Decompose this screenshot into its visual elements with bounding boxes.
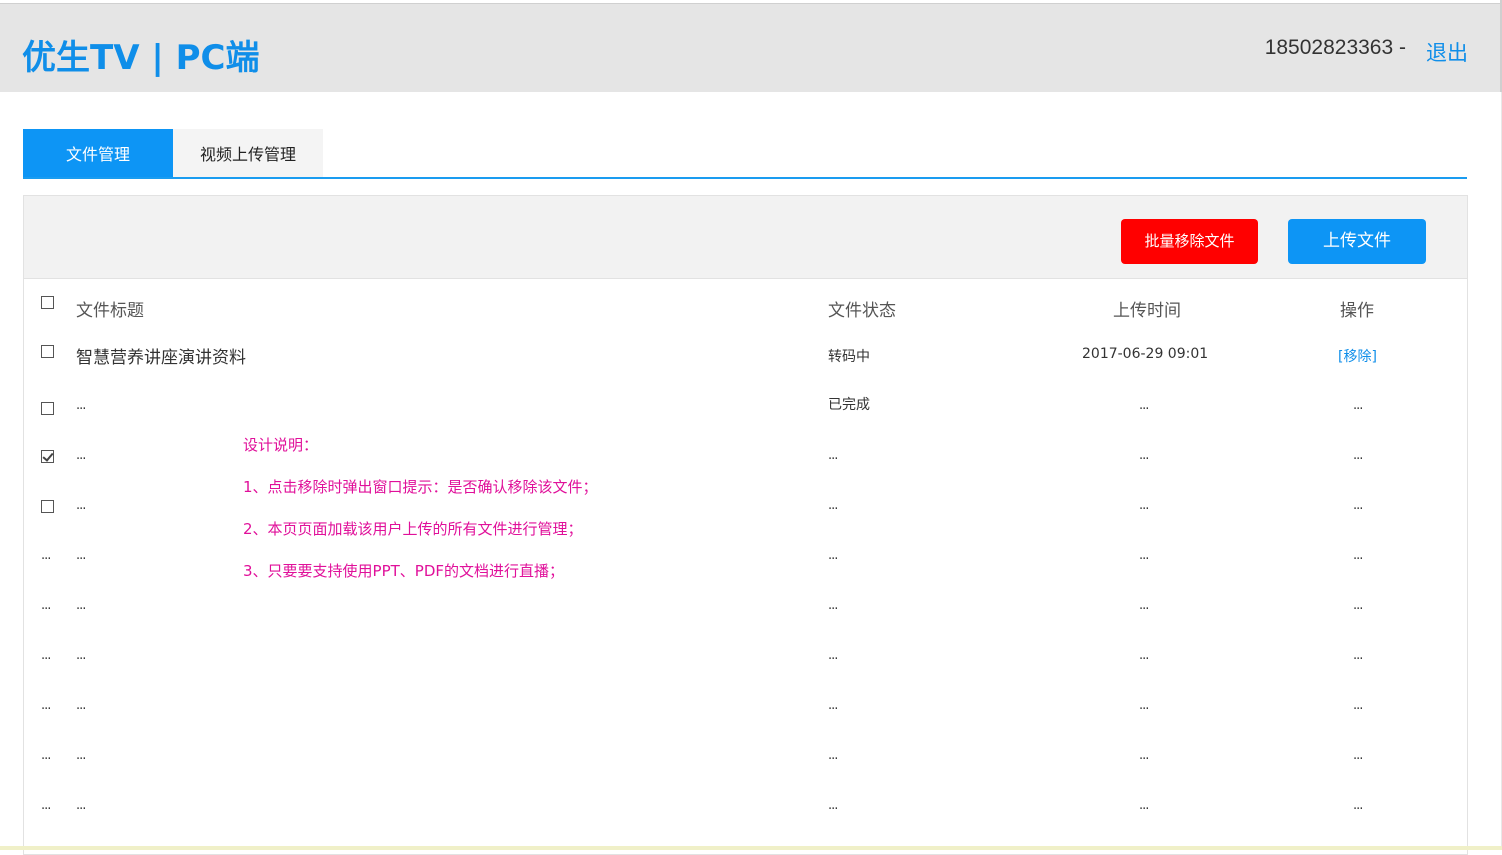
upload-time: ... [1139,648,1149,663]
table-row: ... ... ... ... ... [24,794,1467,824]
upload-time: ... [1139,498,1149,513]
design-note-heading: 设计说明： [243,436,319,454]
file-title: ... [76,648,86,663]
file-title: ... [76,448,86,463]
table-row: ... ... ... ... ... [24,694,1467,724]
row-action: ... [1353,648,1363,663]
file-panel: 批量移除文件 上传文件 文件标题 文件状态 上传时间 操作 智慧营养讲座演讲资料… [23,195,1468,855]
file-status: 已完成 [828,397,870,413]
batch-remove-button[interactable]: 批量移除文件 [1121,219,1258,264]
row-action: ... [1353,398,1363,413]
upload-time: ... [1139,448,1149,463]
row-action: ... [1353,748,1363,763]
row-checkbox[interactable] [41,450,54,463]
upload-time: ... [1139,398,1149,413]
brand-title: 优生TV | PC端 [22,38,260,78]
table-row: ... ... ... ... ... [24,594,1467,624]
bottom-edge [0,846,1502,850]
remove-link[interactable]: [移除] [1338,346,1377,366]
file-status: ... [828,548,838,563]
tab-video-upload-management[interactable]: 视频上传管理 [173,129,323,177]
row-action: ... [1353,448,1363,463]
file-title: 智慧营养讲座演讲资料 [76,348,246,368]
file-title: ... [76,548,86,563]
file-status: ... [828,748,838,763]
upload-time: ... [1139,548,1149,563]
row-checkbox[interactable] [41,500,54,513]
file-status: ... [828,598,838,613]
file-title: ... [76,748,86,763]
row-action: ... [1353,548,1363,563]
row-checkbox-placeholder: ... [41,598,51,613]
design-note-item: 1、点击移除时弹出窗口提示：是否确认移除该文件； [243,478,598,496]
row-checkbox-placeholder: ... [41,648,51,663]
row-checkbox-placeholder: ... [41,798,51,813]
file-status: 转码中 [828,349,870,365]
row-action: ... [1353,698,1363,713]
table-header: 文件标题 文件状态 上传时间 操作 [24,292,1467,322]
column-status: 文件状态 [828,301,896,321]
upload-time: 2017-06-29 09:01 [1082,346,1209,362]
upload-time: ... [1139,698,1149,713]
file-status: ... [828,698,838,713]
file-status: ... [828,648,838,663]
file-status: ... [828,798,838,813]
row-checkbox-placeholder: ... [41,748,51,763]
table-row: ... ... ... ... [24,494,1467,524]
file-status: ... [828,498,838,513]
row-checkbox-placeholder: ... [41,548,51,563]
table-row: ... ... ... ... ... [24,644,1467,674]
file-status: ... [828,448,838,463]
row-checkbox[interactable] [41,345,54,358]
tab-bar: 文件管理 视频上传管理 [23,129,1467,179]
app-header: 优生TV | PC端 18502823363 - 退出 [0,4,1502,92]
design-note-item: 2、本页页面加载该用户上传的所有文件进行管理； [243,520,583,538]
table-row: ... 已完成 ... ... [24,394,1467,424]
upload-time: ... [1139,598,1149,613]
row-action: ... [1353,598,1363,613]
table-row: ... ... ... ... [24,444,1467,474]
upload-time: ... [1139,798,1149,813]
logout-link[interactable]: 退出 [1426,37,1468,67]
toolbar: 批量移除文件 上传文件 [24,196,1467,279]
upload-time: ... [1139,748,1149,763]
file-title: ... [76,698,86,713]
table-row: 智慧营养讲座演讲资料 转码中 2017-06-29 09:01 [移除] [24,341,1467,371]
upload-file-button[interactable]: 上传文件 [1288,219,1426,264]
row-checkbox[interactable] [41,402,54,415]
table-row: ... ... ... ... ... [24,744,1467,774]
column-title: 文件标题 [76,301,144,321]
file-title: ... [76,798,86,813]
row-action: ... [1353,498,1363,513]
column-action: 操作 [1340,301,1374,321]
tab-file-management[interactable]: 文件管理 [23,129,173,177]
user-phone: 18502823363 - [1264,36,1406,59]
select-all-checkbox[interactable] [41,296,54,309]
table-row: ... ... ... ... ... [24,544,1467,574]
design-note-item: 3、只要要支持使用PPT、PDF的文档进行直播； [243,562,565,580]
file-title: ... [76,598,86,613]
file-title: ... [76,498,86,513]
column-upload-time: 上传时间 [1113,301,1181,321]
row-checkbox-placeholder: ... [41,698,51,713]
file-title: ... [76,398,86,413]
row-action: ... [1353,798,1363,813]
